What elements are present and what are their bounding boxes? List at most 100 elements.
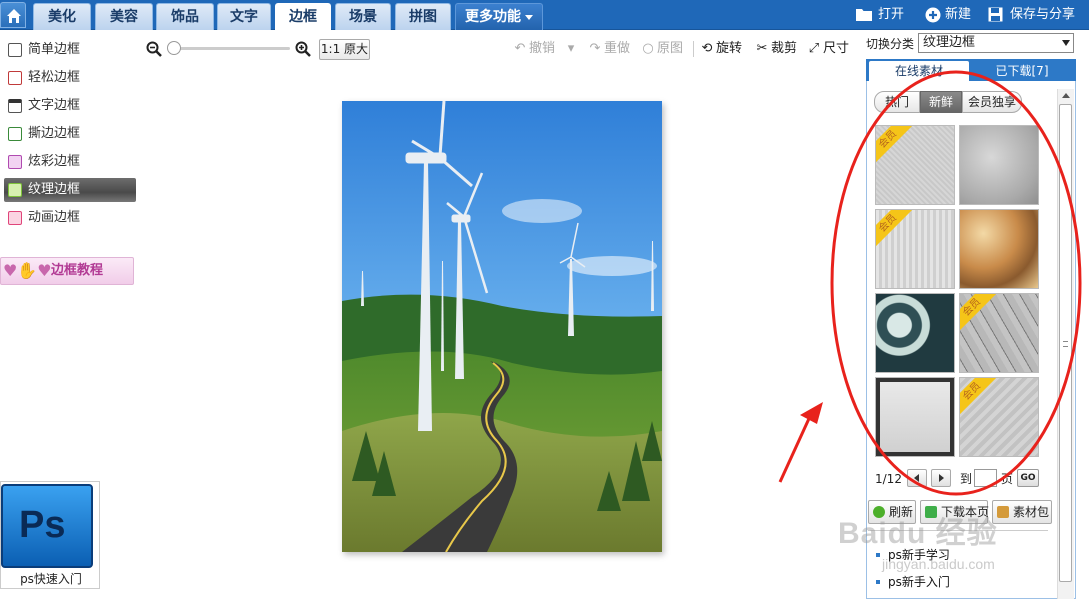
material-pack-label: 素材包 [1013, 505, 1050, 519]
plus-circle-icon [925, 7, 941, 23]
border-tutorial-button[interactable]: ♥✋♥ 边框教程 [0, 257, 134, 285]
home-button[interactable] [0, 2, 26, 28]
category-select[interactable]: 纹理边框 [918, 33, 1074, 53]
member-badge: 会员 [876, 126, 914, 165]
text-border-icon [8, 99, 22, 113]
category-select-value: 纹理边框 [923, 35, 976, 50]
member-badge: 会员 [960, 294, 998, 333]
filter-new[interactable]: 新鲜 [920, 91, 962, 113]
filter-member-only[interactable]: 会员独享 [962, 91, 1022, 113]
animated-border-icon [8, 211, 22, 225]
sidebar-item-text-border[interactable]: 文字边框 [4, 94, 136, 118]
texture-thumbnail[interactable]: 会员 [959, 293, 1039, 373]
next-page-button[interactable] [931, 469, 951, 487]
tab-text[interactable]: 文字 [217, 3, 271, 30]
annotation-arrow-shaft [778, 411, 814, 483]
sidebar-item-torn-border[interactable]: 撕边边框 [4, 122, 136, 146]
prev-page-button[interactable] [907, 469, 927, 487]
page-number-input[interactable] [974, 469, 997, 487]
scroll-up-icon [1062, 93, 1070, 98]
undo-button[interactable]: ↶ 撤销 [513, 39, 555, 59]
ps-logo-text: Ps [19, 504, 66, 546]
sidebar-item-simple-border[interactable]: 简单边框 [4, 38, 136, 62]
redo-button[interactable]: ↷ 重做 [588, 39, 630, 59]
sidebar-item-animated-border[interactable]: 动画边框 [4, 206, 136, 230]
edited-photo[interactable] [342, 101, 662, 552]
arrow-icon [800, 402, 823, 424]
material-pack-button[interactable]: 素材包 [992, 500, 1052, 524]
simple-border-icon [8, 43, 22, 57]
texture-thumbnail[interactable]: 会员 [875, 125, 955, 205]
chevron-down-icon [525, 14, 533, 20]
tab-downloaded[interactable]: 已下载[7] [972, 61, 1072, 81]
tab-collage[interactable]: 拼图 [395, 3, 451, 30]
rotate-button[interactable]: ⟲ 旋转 [700, 39, 742, 59]
tab-beauty[interactable]: 美容 [95, 3, 153, 30]
sidebar-item-colorful-border[interactable]: 炫彩边框 [4, 150, 136, 174]
sidebar-item-label: 轻松边框 [28, 70, 81, 85]
sidebar-item-texture-border[interactable]: 纹理边框 [4, 178, 136, 202]
open-label: 打开 [878, 7, 905, 22]
toolbar-divider [693, 41, 694, 57]
crop-button[interactable]: ✂ 裁剪 [755, 39, 797, 59]
redo-label: 重做 [604, 41, 631, 56]
zoom-slider-track[interactable] [172, 47, 290, 50]
texture-thumbnail[interactable]: 会员 [875, 209, 955, 289]
open-button[interactable]: 打开 [855, 0, 917, 30]
rotate-icon: ⟲ [701, 41, 713, 56]
rotate-label: 旋转 [716, 41, 743, 56]
folder-icon [856, 9, 872, 21]
tab-border[interactable]: 边框 [275, 3, 331, 30]
tab-scene[interactable]: 场景 [335, 3, 391, 30]
new-button[interactable]: 新建 [925, 0, 980, 30]
texture-thumbnail[interactable] [875, 293, 955, 373]
help-link[interactable]: ps新手入门 [876, 574, 950, 590]
switch-category-label: 切换分类 [866, 37, 915, 51]
tab-online-materials[interactable]: 在线素材 [869, 61, 969, 81]
texture-thumbnail[interactable]: 会员 [959, 377, 1039, 457]
texture-border-icon [8, 183, 22, 197]
crop-label: 裁剪 [771, 41, 798, 56]
ps-quickstart-card[interactable]: Ps ps快速入门 [0, 481, 100, 589]
torn-border-icon [8, 127, 22, 141]
new-label: 新建 [945, 7, 972, 22]
undo-history-dropdown[interactable]: ▾ [564, 39, 580, 59]
texture-thumbnail[interactable] [875, 377, 955, 457]
size-label: 尺寸 [823, 41, 850, 56]
filter-hot[interactable]: 热门 [874, 91, 920, 113]
member-badge: 会员 [876, 210, 914, 249]
zoom-out-icon[interactable] [146, 41, 162, 57]
save-icon [988, 7, 1003, 22]
go-button[interactable]: GO [1017, 469, 1039, 487]
save-share-label: 保存与分享 [1010, 7, 1076, 22]
zoom-slider-handle[interactable] [167, 41, 181, 55]
tab-accessories[interactable]: 饰品 [156, 3, 214, 30]
original-size-button[interactable]: 1:1 原大 [319, 39, 370, 60]
colorful-border-icon [8, 155, 22, 169]
page-label: 页 [1001, 472, 1014, 486]
material-tabs: 在线素材 已下载[7] [866, 59, 1076, 81]
save-share-button[interactable]: 保存与分享 [988, 0, 1088, 30]
wind-farm-road-image [342, 101, 662, 552]
page-indicator: 1/12 [875, 472, 902, 486]
scrollbar-thumb[interactable] [1059, 104, 1072, 582]
tab-more-label: 更多功能 [465, 9, 521, 25]
original-image-button[interactable]: ○ 原图 [641, 39, 683, 59]
easy-border-icon [8, 71, 22, 85]
scissors-icon: ✂ [756, 41, 768, 56]
resize-icon: ⤢ [808, 41, 820, 56]
texture-thumbnail[interactable] [959, 125, 1039, 205]
zoom-in-icon[interactable] [295, 41, 311, 57]
sidebar-item-label: 炫彩边框 [28, 154, 81, 169]
border-category-panel: 简单边框 轻松边框 文字边框 撕边边框 炫彩边框 纹理边框 动画边框 ♥✋♥ 边… [0, 31, 140, 599]
texture-thumbnail[interactable] [959, 209, 1039, 289]
resize-button[interactable]: ⤢ 尺寸 [807, 39, 849, 59]
sidebar-item-label: 撕边边框 [28, 126, 81, 141]
baidu-watermark-url: jingyan.baidu.com [882, 556, 995, 572]
sidebar-item-easy-border[interactable]: 轻松边框 [4, 66, 136, 90]
hand-heart-icon: ♥✋♥ [3, 261, 52, 280]
undo-icon: ↶ [514, 41, 526, 56]
tab-more-functions[interactable]: 更多功能 [455, 3, 543, 30]
tab-beautify[interactable]: 美化 [33, 3, 91, 30]
circle-icon: ○ [642, 41, 654, 56]
